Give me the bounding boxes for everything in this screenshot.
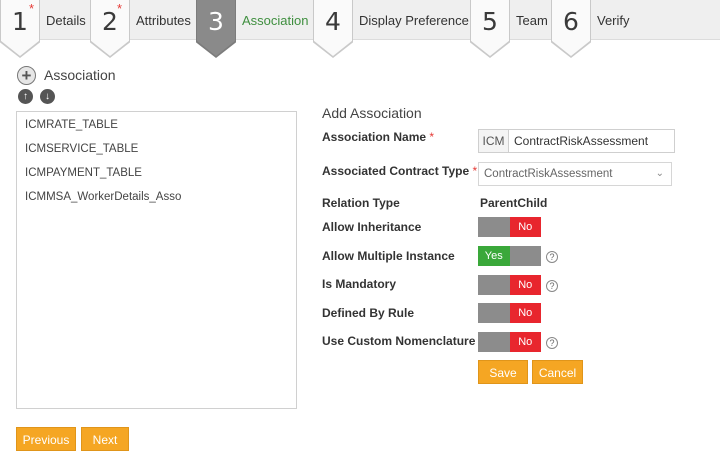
arrow-down-icon[interactable]: ↓ [40,89,55,104]
defined-by-rule-label: Defined By Rule [322,306,415,320]
form-title: Add Association [322,105,422,121]
relation-type-label: Relation Type [322,196,400,210]
step-display-preference[interactable]: 4 Display Preference [313,0,471,58]
step-label: Attributes [136,13,191,28]
list-item[interactable]: ICMRATE_TABLE [25,119,118,131]
allow-inheritance-toggle[interactable]: No [478,217,541,237]
step-team[interactable]: 5 Team [470,0,552,58]
is-mandatory-toggle[interactable]: No [478,275,541,295]
is-mandatory-label: Is Mandatory [322,277,397,291]
name-prefix: ICM [479,130,509,152]
list-item[interactable]: ICMPAYMENT_TABLE [25,167,142,179]
step-attributes[interactable]: 2 * Attributes [90,0,198,58]
required-marker: * [29,1,35,16]
toggle-state: Yes [478,246,510,266]
toggle-state: No [509,303,541,323]
step-verify[interactable]: 6 Verify [551,0,641,58]
toggle-state: No [509,332,541,352]
relation-type-value: ParentChild [480,196,548,210]
use-custom-nomenclature-toggle[interactable]: No [478,332,541,352]
required-marker: * [472,164,478,178]
allow-inheritance-label: Allow Inheritance [322,220,422,234]
step-label: Display Preference [359,13,469,28]
step-details[interactable]: 1 * Details [0,0,92,58]
save-button[interactable]: Save [478,360,528,384]
help-icon[interactable]: ? [546,280,558,292]
defined-by-rule-toggle[interactable]: No [478,303,541,323]
step-label: Association [242,13,309,28]
help-icon[interactable]: ? [546,251,558,263]
association-name-label: Association Name * [322,130,435,144]
allow-multiple-instance-label: Allow Multiple Instance [322,249,455,263]
arrow-up-icon[interactable]: ↑ [18,89,33,104]
step-number: 5 [482,7,498,36]
previous-button[interactable]: Previous [16,427,76,451]
contract-type-label: Associated Contract Type * [322,164,478,178]
wizard-steps: 1 * Details 2 * Attributes 3 Association… [0,0,720,58]
allow-multiple-instance-toggle[interactable]: Yes [478,246,541,266]
association-header: + Association [17,65,116,85]
step-number: 2 [102,7,118,36]
association-name-field[interactable]: ICM ContractRiskAssessment [478,129,675,153]
step-label: Details [46,13,86,28]
next-button[interactable]: Next [81,427,129,451]
step-association[interactable]: 3 Association [196,0,314,58]
required-marker: * [429,130,435,144]
chevron-down-icon: ⌄ [655,168,664,179]
use-custom-nomenclature-label: Use Custom Nomenclature [322,334,476,348]
contract-type-value: ContractRiskAssessment [484,168,613,180]
step-number: 6 [563,7,579,36]
required-marker: * [117,1,123,16]
plus-circle-icon[interactable]: + [17,65,36,85]
step-number: 4 [325,7,341,36]
association-title: Association [44,67,116,83]
toggle-state: No [509,275,541,295]
help-icon[interactable]: ? [546,337,558,349]
cancel-button[interactable]: Cancel [532,360,583,384]
association-list: ICMRATE_TABLE ICMSERVICE_TABLE ICMPAYMEN… [16,111,297,409]
association-name-value: ContractRiskAssessment [514,134,649,148]
step-label: Team [516,13,548,28]
toggle-state: No [509,217,541,237]
list-item[interactable]: ICMMSA_WorkerDetails_Asso [25,191,181,203]
list-item[interactable]: ICMSERVICE_TABLE [25,143,138,155]
contract-type-select[interactable]: ContractRiskAssessment ⌄ [478,162,672,186]
reorder-controls: ↑ ↓ [18,89,55,104]
step-label: Verify [597,13,630,28]
step-number: 3 [208,7,224,36]
